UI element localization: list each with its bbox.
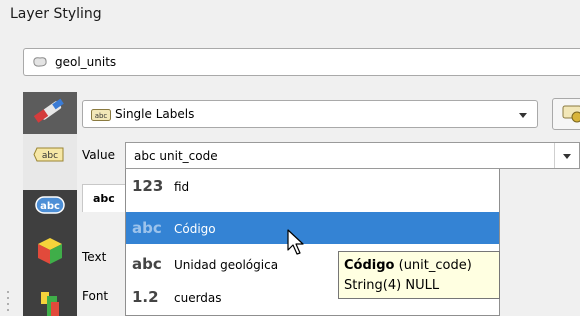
chevron-down-icon[interactable] bbox=[563, 154, 571, 159]
value-label: Value bbox=[82, 148, 115, 162]
symbology-brush-button[interactable] bbox=[23, 92, 77, 134]
value-field-combo[interactable]: abc unit_code bbox=[125, 142, 580, 169]
paint-brush-icon bbox=[33, 98, 64, 123]
tab-text[interactable]: abc bbox=[82, 184, 126, 212]
value-field-name: unit_code bbox=[159, 149, 218, 163]
list-item-fid[interactable]: 123 fid bbox=[126, 171, 499, 203]
tooltip-heading: Código (unit_code) bbox=[344, 256, 494, 276]
placement-settings-icon bbox=[562, 105, 580, 123]
layer-selector-value: geol_units bbox=[55, 55, 117, 69]
font-section-label[interactable]: Font bbox=[82, 289, 108, 303]
field-name: cuerdas bbox=[174, 291, 222, 305]
tooltip-field-ref: (unit_code) bbox=[398, 258, 472, 273]
label-settings-tabs: abc bbox=[23, 190, 77, 316]
field-name: Código bbox=[174, 222, 216, 236]
field-tooltip: Código (unit_code) String(4) NULL bbox=[338, 251, 500, 299]
panel-title: Layer Styling bbox=[10, 6, 102, 22]
layer-selector-combo[interactable]: geol_units bbox=[23, 48, 580, 76]
tooltip-field-type: String(4) NULL bbox=[344, 278, 440, 293]
label-mode-value: Single Labels bbox=[115, 107, 195, 121]
mouse-pointer-icon bbox=[287, 229, 304, 255]
field-name: fid bbox=[174, 180, 190, 194]
tab-abc-label: abc bbox=[93, 192, 115, 205]
list-item-codigo[interactable]: abc Código bbox=[126, 212, 499, 244]
chevron-down-icon bbox=[519, 113, 527, 118]
decimal-type-icon: 1.2 bbox=[132, 288, 159, 306]
formatting-blocks-icon[interactable] bbox=[23, 282, 77, 316]
combo-divider bbox=[554, 143, 555, 168]
label-mode-combo[interactable]: abc Single Labels bbox=[82, 100, 538, 128]
svg-text:abc: abc bbox=[42, 151, 58, 161]
value-field-current: abc unit_code bbox=[134, 149, 218, 163]
field-name: Unidad geológica bbox=[174, 258, 279, 272]
string-type-icon: abc bbox=[132, 255, 162, 273]
string-type-icon: abc bbox=[132, 219, 162, 237]
integer-type-icon: 123 bbox=[132, 177, 164, 195]
svg-text:abc: abc bbox=[95, 112, 108, 120]
polygon-layer-icon bbox=[33, 57, 47, 67]
tooltip-field-name: Código bbox=[344, 258, 395, 273]
value-field-abc-icon: abc bbox=[33, 147, 64, 162]
splitter-grip[interactable] bbox=[6, 288, 10, 316]
automated-placement-button[interactable] bbox=[552, 98, 580, 130]
value-type-prefix: abc bbox=[134, 149, 156, 163]
svg-text:abc: abc bbox=[40, 201, 60, 212]
abc-label-tab-icon[interactable]: abc bbox=[23, 190, 77, 226]
3d-cube-icon[interactable] bbox=[23, 232, 77, 272]
abc-label-icon: abc bbox=[91, 109, 111, 121]
text-section-label[interactable]: Text bbox=[82, 250, 106, 264]
